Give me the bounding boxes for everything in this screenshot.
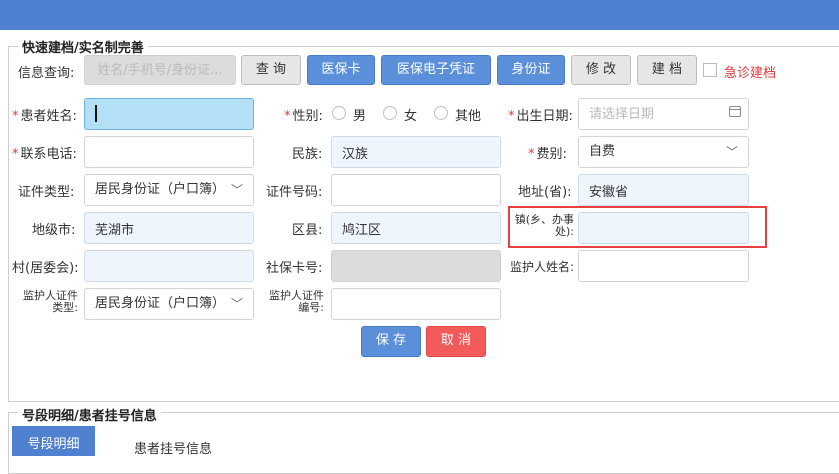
top-header-bar [0,0,839,30]
social-card-label: 社保卡号: [266,261,323,276]
guardian-id-type-label: 监护人证件类型: [23,289,78,314]
gender-radio-female[interactable] [383,106,397,120]
village-label: 村(居委会): [12,261,79,276]
city-label: 地级市: [32,223,76,238]
gender-label: * 性别: [284,109,323,124]
phone-input[interactable] [84,136,254,168]
id-number-input[interactable] [331,174,501,206]
guardian-id-number-label: 监护人证件编号: [269,289,324,314]
cancel-button[interactable]: 取 消 [426,326,486,357]
guardian-id-type-select[interactable]: 居民身份证（户口簿） ﹀ [84,288,254,320]
phone-label: * 联系电话: [12,147,77,162]
id-type-label: 证件类型: [18,185,75,200]
district-input[interactable] [331,212,501,244]
medical-voucher-button[interactable]: 医保电子凭证 [381,55,491,85]
search-input[interactable] [84,55,236,85]
query-button[interactable]: 查 询 [241,55,301,85]
section-title: 快速建档/实名制完善 [18,37,148,56]
fee-type-label: * 费别: [528,147,567,162]
guardian-id-number-input[interactable] [331,288,501,320]
save-button[interactable]: 保 存 [361,326,421,357]
highlight-box [508,206,767,248]
birth-date-input[interactable] [578,98,749,130]
district-label: 区县: [292,223,323,238]
modify-button[interactable]: 修 改 [571,55,631,85]
patient-name-label: * 患者姓名: [12,109,77,124]
gender-other-label: 其他 [455,109,482,124]
guardian-id-type-value: 居民身份证（户口簿） [95,296,226,311]
chevron-down-icon: ﹀ [230,183,243,197]
medical-card-button[interactable]: 医保卡 [307,55,375,85]
city-input[interactable] [84,212,254,244]
gender-female-label: 女 [404,109,418,124]
chevron-down-icon: ﹀ [725,145,738,159]
gender-radio-male[interactable] [332,106,346,120]
ethnicity-input[interactable] [331,136,501,168]
province-input[interactable] [578,174,749,206]
social-card-input [331,250,501,282]
guardian-name-label: 监护人姓名: [510,260,575,274]
emergency-checkbox[interactable] [703,63,717,77]
patient-name-input[interactable] [84,98,254,130]
province-label: 地址(省): [518,185,572,200]
village-input[interactable] [84,250,254,282]
id-card-button[interactable]: 身份证 [497,55,565,85]
fee-type-select[interactable]: 自费 ﹀ [578,136,749,168]
create-record-button[interactable]: 建 档 [637,55,697,85]
birth-date-label: * 出生日期: [508,109,573,124]
id-number-label: 证件号码: [266,185,323,200]
calendar-icon[interactable] [729,106,741,117]
gender-male-label: 男 [353,109,367,124]
tab-patient-registration[interactable]: 患者挂号信息 [134,438,212,457]
section2-title: 号段明细/患者挂号信息 [18,405,161,424]
tab-segment-details[interactable]: 号段明细 [12,426,95,456]
text-cursor [95,105,97,122]
search-label: 信息查询: [18,66,75,81]
fee-type-value: 自费 [589,144,616,159]
guardian-name-input[interactable] [578,250,749,282]
id-type-select[interactable]: 居民身份证（户口簿） ﹀ [84,174,254,206]
emergency-label: 急诊建档 [724,66,777,81]
id-type-value: 居民身份证（户口簿） [95,182,226,197]
gender-radio-other[interactable] [434,106,448,120]
chevron-down-icon: ﹀ [230,297,243,311]
ethnicity-label: 民族: [292,147,323,162]
